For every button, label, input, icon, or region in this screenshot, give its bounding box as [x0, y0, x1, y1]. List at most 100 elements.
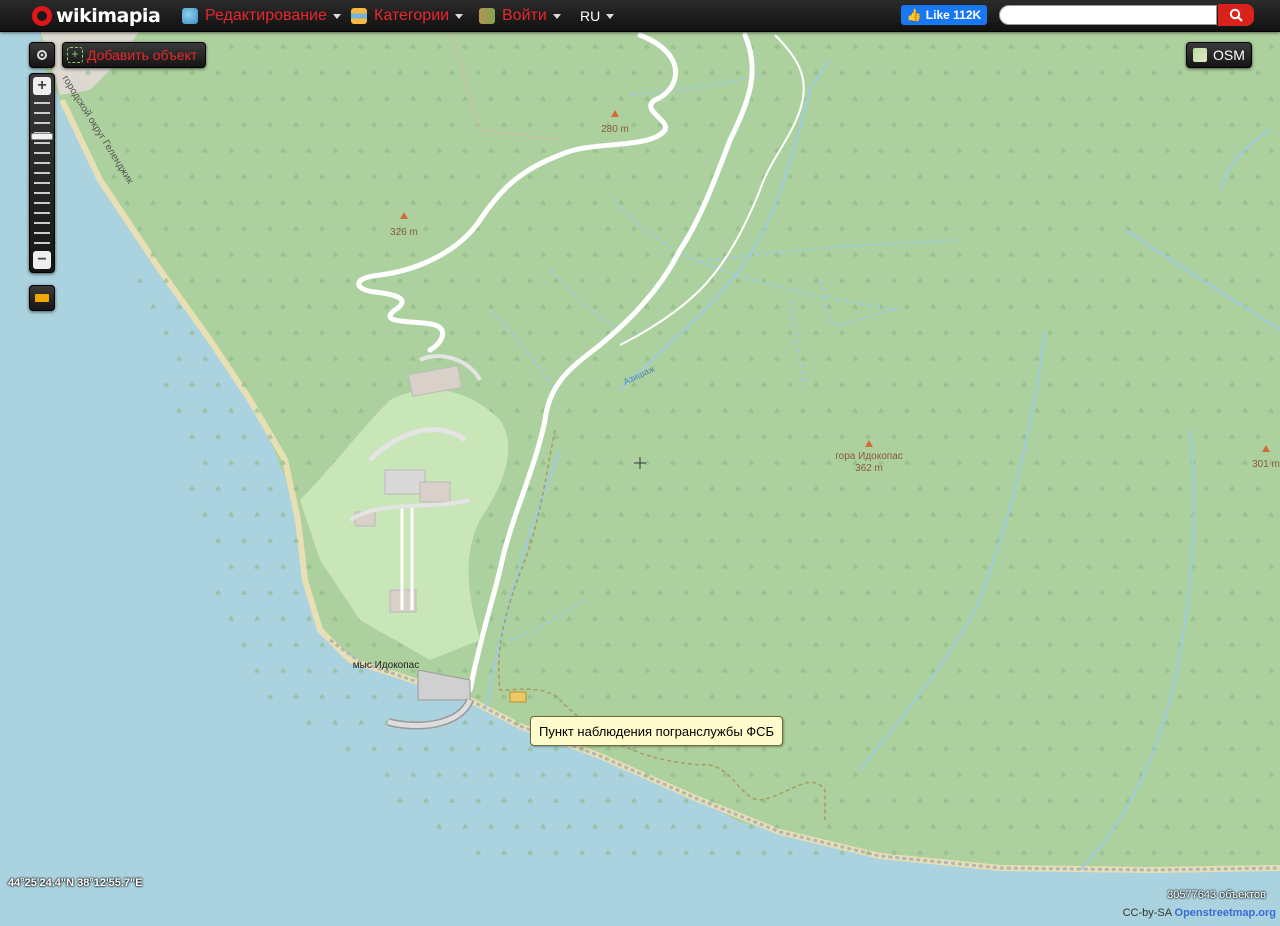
tree-symbol: ♠ — [1072, 173, 1080, 183]
tree-symbol: ♠ — [591, 823, 599, 833]
menu-login[interactable]: Войти — [479, 6, 561, 26]
tree-symbol: ♠ — [773, 95, 781, 105]
tree-symbol: ♠ — [851, 823, 859, 833]
tree-symbol: ♠ — [799, 43, 807, 53]
add-object-button[interactable]: + Добавить объект — [62, 42, 206, 68]
tree-symbol: ♠ — [279, 43, 287, 53]
tree-symbol: ♠ — [786, 225, 794, 235]
locate-button[interactable] — [29, 42, 55, 68]
tree-symbol: ♠ — [812, 381, 820, 391]
language-selector[interactable]: RU — [580, 6, 615, 26]
tree-symbol: ♠ — [786, 797, 794, 807]
tree-symbol: ♠ — [1150, 849, 1158, 859]
tree-symbol: ♠ — [318, 433, 326, 443]
tree-symbol: ♠ — [1072, 69, 1080, 79]
tree-symbol: ♠ — [1046, 641, 1054, 651]
tree-symbol: ♠ — [1176, 485, 1184, 495]
tree-symbol: ♠ — [994, 121, 1002, 131]
tree-symbol: ♠ — [864, 277, 872, 287]
tree-symbol: ♠ — [760, 745, 768, 755]
map-type-button[interactable]: OSM — [1186, 42, 1252, 68]
tree-symbol: ♠ — [617, 251, 625, 261]
tree-symbol: ♠ — [955, 615, 963, 625]
tree-symbol: ♠ — [812, 849, 820, 859]
tree-symbol: ♠ — [760, 485, 768, 495]
tree-symbol: ♠ — [266, 225, 274, 235]
openstreetmap-link[interactable]: Openstreetmap.org — [1175, 907, 1276, 919]
tree-symbol: ♠ — [1241, 407, 1249, 417]
tree-symbol: ♠ — [526, 381, 534, 391]
observation-point-marker[interactable] — [509, 691, 527, 703]
tree-symbol: ♠ — [1228, 485, 1236, 495]
tree-symbol: ♠ — [838, 277, 846, 287]
zoom-slider[interactable]: + − — [29, 73, 55, 273]
tree-symbol: ♠ — [1111, 147, 1119, 157]
menu-categories[interactable]: Категории — [351, 6, 464, 26]
tree-symbol: ♠ — [344, 329, 352, 339]
tree-symbol: ♠ — [240, 381, 248, 391]
tree-symbol: ♠ — [214, 173, 222, 183]
tree-symbol: ♠ — [604, 589, 612, 599]
facebook-like-button[interactable]: 👍 Like 112K — [901, 5, 987, 25]
tree-symbol: ♠ — [1254, 797, 1262, 807]
tree-symbol: ♠ — [383, 43, 391, 53]
tree-symbol: ♠ — [1111, 43, 1119, 53]
tree-symbol: ♠ — [188, 121, 196, 131]
tree-symbol: ♠ — [1150, 797, 1158, 807]
tree-symbol: ♠ — [331, 147, 339, 157]
tree-symbol: ♠ — [812, 277, 820, 287]
tree-symbol: ♠ — [799, 771, 807, 781]
tree-symbol: ♠ — [721, 511, 729, 521]
tree-symbol: ♠ — [487, 511, 495, 521]
tree-symbol: ♠ — [396, 797, 404, 807]
tree-symbol: ♠ — [1059, 771, 1067, 781]
logo-text: wikimapia — [56, 5, 161, 27]
tree-symbol: ♠ — [123, 95, 131, 105]
tree-symbol: ♠ — [227, 95, 235, 105]
tree-symbol: ♠ — [786, 173, 794, 183]
tree-symbol: ♠ — [825, 719, 833, 729]
tree-symbol: ♠ — [760, 121, 768, 131]
menu-edit[interactable]: Редактирование — [182, 6, 341, 26]
tree-symbol: ♠ — [968, 485, 976, 495]
tree-symbol: ♠ — [240, 641, 248, 651]
tree-symbol: ♠ — [318, 589, 326, 599]
tree-symbol: ♠ — [1254, 849, 1262, 859]
zoom-out-button[interactable]: − — [33, 251, 51, 269]
tree-symbol: ♠ — [695, 615, 703, 625]
search-input[interactable] — [999, 5, 1217, 25]
zoom-handle[interactable] — [31, 133, 53, 140]
tree-symbol: ♠ — [708, 693, 716, 703]
map-canvas[interactable]: ♠ ♠ ♠ ♠ ♠ ♠ ♠ ♠ ♠ ♠ ♠ ♠ ♠ ♠ ♠ ♠ ♠ ♠ ♠ ♠ ♠ ♠ ♠ ♠ ♠ ♠ ♠ ♠ ♠ ♠ ♠ ♠ ♠ ♠ ♠ ♠ ♠ ♠ ♠ ♠… — [0, 0, 1280, 926]
tree-symbol: ♠ — [1137, 823, 1145, 833]
tree-symbol: ♠ — [136, 121, 144, 131]
tree-symbol: ♠ — [903, 563, 911, 573]
ruler-button[interactable] — [29, 285, 55, 311]
tree-symbol: ♠ — [903, 199, 911, 209]
tree-symbol: ♠ — [240, 225, 248, 235]
zoom-in-button[interactable]: + — [33, 77, 51, 95]
tree-symbol: ♠ — [1072, 277, 1080, 287]
wikimapia-logo[interactable]: wikimapia — [32, 4, 161, 28]
tree-symbol: ♠ — [1176, 745, 1184, 755]
tree-symbol: ♠ — [617, 771, 625, 781]
tree-symbol: ♠ — [253, 95, 261, 105]
tree-symbol: ♠ — [1111, 459, 1119, 469]
tree-symbol: ♠ — [695, 355, 703, 365]
tree-symbol: ♠ — [591, 667, 599, 677]
tree-symbol: ♠ — [773, 615, 781, 625]
tree-symbol: ♠ — [357, 303, 365, 313]
tree-symbol: ♠ — [799, 147, 807, 157]
tree-symbol: ♠ — [214, 121, 222, 131]
tree-symbol: ♠ — [1085, 355, 1093, 365]
tree-symbol: ♠ — [565, 43, 573, 53]
tree-symbol: ♠ — [747, 563, 755, 573]
tree-symbol: ♠ — [1267, 199, 1275, 209]
search-button[interactable] — [1218, 4, 1254, 26]
tree-symbol: ♠ — [916, 589, 924, 599]
tree-symbol: ♠ — [1124, 641, 1132, 651]
tree-symbol: ♠ — [1267, 251, 1275, 261]
tree-symbol: ♠ — [981, 823, 989, 833]
tree-symbol: ♠ — [851, 563, 859, 573]
tree-symbol: ♠ — [981, 407, 989, 417]
